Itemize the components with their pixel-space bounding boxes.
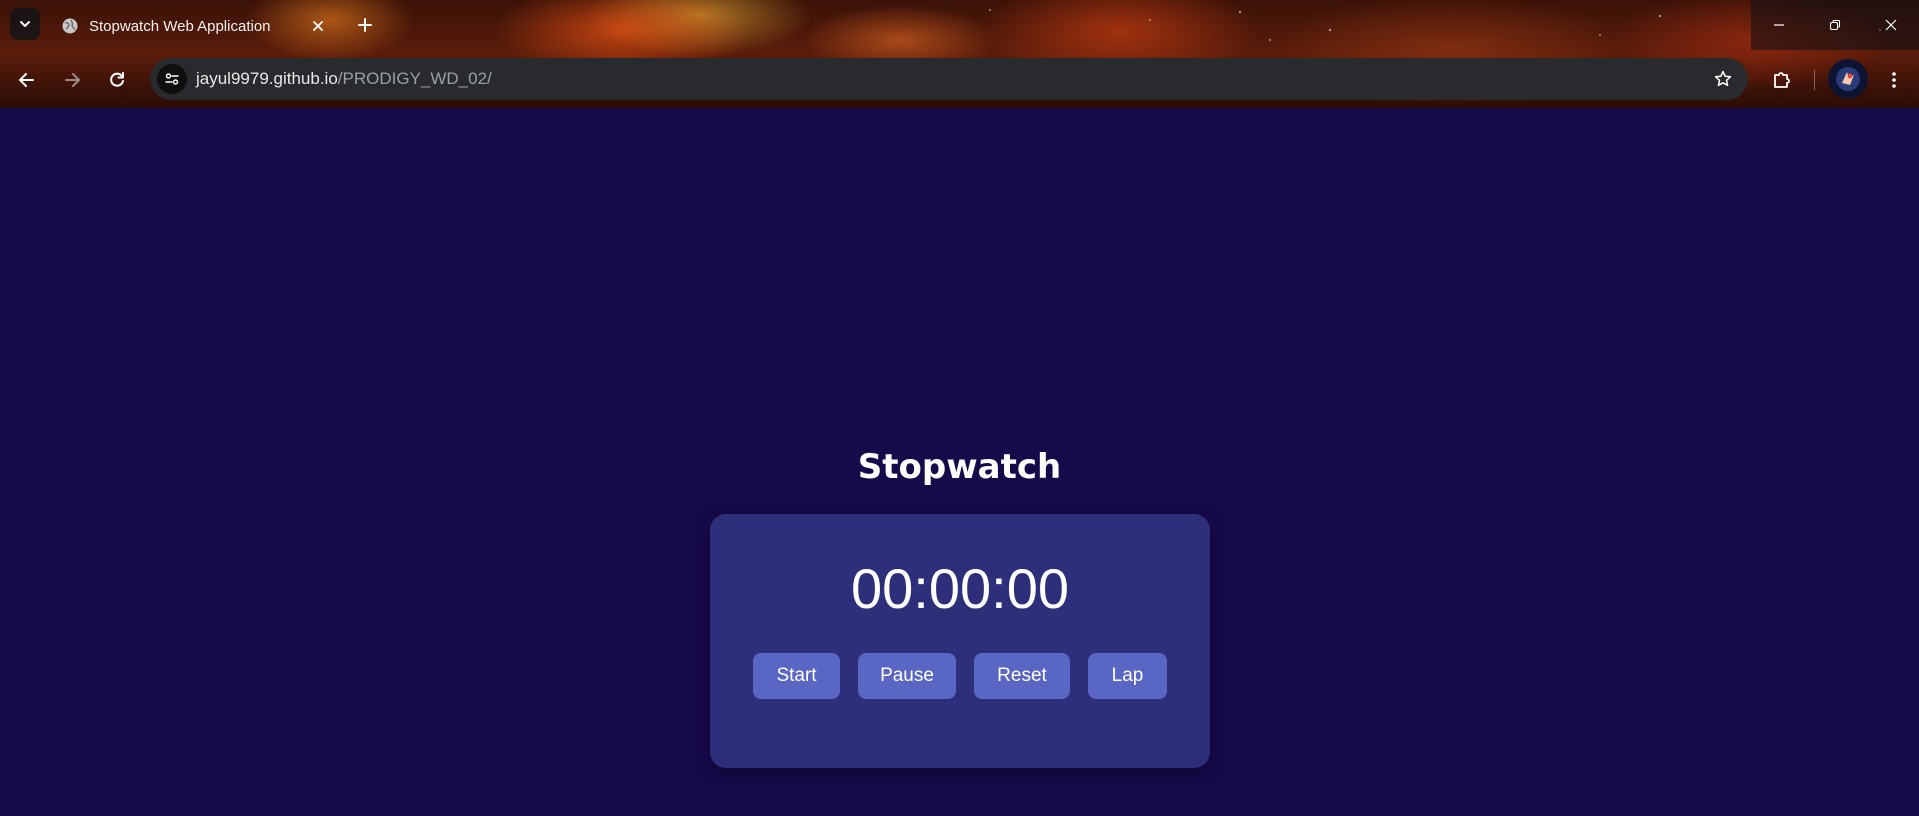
lap-button[interactable]: Lap <box>1088 653 1167 699</box>
restore-button[interactable] <box>1807 0 1863 50</box>
url-text[interactable]: jayul9979.github.io/PRODIGY_WD_02/ <box>196 69 492 89</box>
window-controls <box>1751 0 1919 50</box>
window-close-button[interactable] <box>1863 0 1919 50</box>
pause-button[interactable]: Pause <box>858 653 956 699</box>
arrow-right-icon <box>65 73 80 87</box>
browser-menu-button[interactable] <box>1878 64 1910 96</box>
globe-icon <box>62 18 78 34</box>
restore-icon <box>1829 19 1841 31</box>
tab-title: Stopwatch Web Application <box>89 18 271 35</box>
new-tab-button[interactable] <box>352 12 378 38</box>
start-button[interactable]: Start <box>753 653 840 699</box>
page-title: Stopwatch <box>857 447 1062 487</box>
plus-icon <box>358 18 372 32</box>
star-icon <box>1714 70 1732 87</box>
address-bar[interactable]: jayul9979.github.io/PRODIGY_WD_02/ <box>150 58 1748 100</box>
minimize-icon <box>1774 24 1784 26</box>
more-vert-icon <box>1892 72 1896 88</box>
tab-close-button[interactable] <box>308 16 328 36</box>
stopwatch-page: Stopwatch 00:00:00 Start Pause Reset Lap <box>0 108 1919 816</box>
toolbar-divider <box>1814 70 1815 90</box>
window-close-icon <box>1885 19 1897 31</box>
profile-avatar[interactable] <box>1828 59 1868 99</box>
url-path: /PRODIGY_WD_02/ <box>337 69 492 88</box>
reload-button[interactable] <box>101 64 133 96</box>
reload-icon <box>110 72 124 87</box>
extensions-button[interactable] <box>1766 64 1798 96</box>
browser-tab[interactable]: Stopwatch Web Application <box>46 6 344 46</box>
chevron-down-icon <box>20 21 30 27</box>
time-display: 00:00:00 <box>851 557 1069 620</box>
back-button[interactable] <box>11 64 43 96</box>
tune-icon <box>165 73 179 85</box>
reset-button[interactable]: Reset <box>974 653 1070 699</box>
puzzle-icon <box>1774 72 1790 88</box>
close-icon <box>313 21 323 31</box>
forward-button[interactable] <box>56 64 88 96</box>
profile-icon <box>1836 67 1860 91</box>
tab-bar: Stopwatch Web Application <box>0 0 1919 52</box>
browser-toolbar: jayul9979.github.io/PRODIGY_WD_02/ <box>0 54 1919 106</box>
minimize-button[interactable] <box>1751 0 1807 50</box>
tab-list-button[interactable] <box>10 8 40 40</box>
arrow-left-icon <box>19 73 34 87</box>
stopwatch-card: 00:00:00 Start Pause Reset Lap <box>710 514 1210 768</box>
bookmark-button[interactable] <box>1712 68 1734 90</box>
site-info-button[interactable] <box>157 64 187 94</box>
browser-chrome: Stopwatch Web Application jayul9979.gith… <box>0 0 1919 108</box>
url-host: jayul9979.github.io <box>196 69 338 88</box>
